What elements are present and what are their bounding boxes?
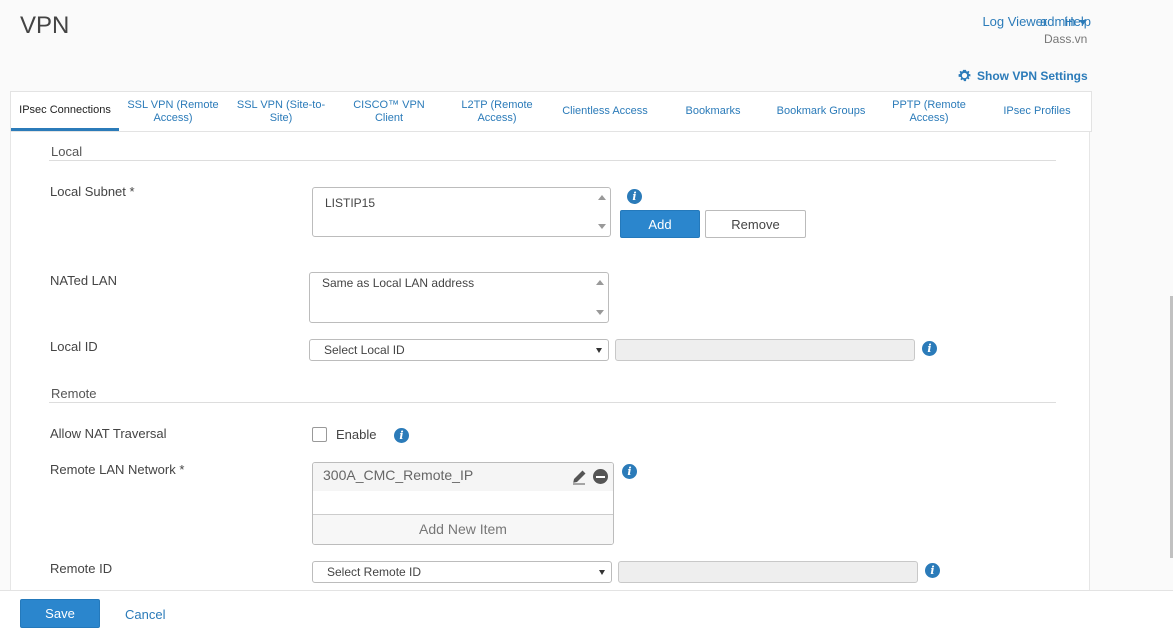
local-id-select[interactable]: Select Local ID bbox=[309, 339, 609, 361]
local-subnet-listbox[interactable]: LISTIP15 bbox=[312, 187, 611, 237]
local-subnet-label: Local Subnet * bbox=[50, 184, 135, 199]
remote-lan-network-list: 300A_CMC_Remote_IP Add New Item bbox=[312, 462, 614, 545]
scroll-up-icon bbox=[596, 280, 604, 285]
remote-section-divider bbox=[49, 402, 1056, 403]
connection-form: Local Local Subnet * LISTIP15 i Add Remo… bbox=[10, 132, 1090, 590]
tab-ipsec-profiles[interactable]: IPsec Profiles bbox=[983, 92, 1091, 131]
remote-section-heading: Remote bbox=[51, 386, 97, 401]
remove-button[interactable]: Remove bbox=[705, 210, 806, 238]
remote-id-input[interactable] bbox=[618, 561, 918, 583]
remote-id-label: Remote ID bbox=[50, 561, 113, 576]
company-name: Dass.vn bbox=[1044, 32, 1088, 46]
tab-l2tp-remote-access[interactable]: L2TP (Remote Access) bbox=[443, 92, 551, 131]
remove-item-icon[interactable] bbox=[593, 469, 608, 484]
tab-bookmark-groups[interactable]: Bookmark Groups bbox=[767, 92, 875, 131]
listbox-scrollbar[interactable] bbox=[596, 190, 608, 234]
tab-ssl-vpn-remote-access[interactable]: SSL VPN (Remote Access) bbox=[119, 92, 227, 131]
dropdown-arrow-icon bbox=[599, 570, 605, 575]
local-subnet-value: LISTIP15 bbox=[325, 196, 376, 210]
nated-lan-value: Same as Local LAN address bbox=[322, 276, 475, 290]
local-id-select-value: Select Local ID bbox=[324, 343, 405, 357]
gear-icon bbox=[958, 69, 971, 82]
scroll-down-icon bbox=[596, 310, 604, 315]
pencil-icon[interactable] bbox=[571, 469, 587, 485]
info-icon[interactable]: i bbox=[922, 341, 937, 356]
page-title: VPN bbox=[20, 12, 70, 39]
tab-pptp-remote-access[interactable]: PPTP (Remote Access) bbox=[875, 92, 983, 131]
nat-traversal-enable-label[interactable]: Enable bbox=[336, 427, 376, 442]
nat-traversal-checkbox[interactable] bbox=[312, 427, 327, 442]
listbox-scrollbar[interactable] bbox=[594, 275, 606, 320]
tab-cisco-vpn-client[interactable]: CISCO™ VPN Client bbox=[335, 92, 443, 131]
tab-bookmarks[interactable]: Bookmarks bbox=[659, 92, 767, 131]
local-section-heading: Local bbox=[51, 144, 83, 159]
user-menu[interactable]: admin bbox=[1040, 14, 1088, 29]
info-icon[interactable]: i bbox=[394, 428, 409, 443]
nated-lan-label: NATed LAN bbox=[50, 273, 117, 288]
info-icon[interactable]: i bbox=[622, 464, 637, 479]
caret-down-icon bbox=[1079, 20, 1088, 26]
local-section-divider bbox=[49, 160, 1056, 161]
allow-nat-traversal-label: Allow NAT Traversal bbox=[50, 426, 167, 441]
local-id-label: Local ID bbox=[50, 339, 98, 354]
tab-ipsec-connections[interactable]: IPsec Connections bbox=[11, 92, 119, 131]
scroll-up-icon bbox=[598, 195, 606, 200]
scroll-down-icon bbox=[598, 224, 606, 229]
show-vpn-settings-label: Show VPN Settings bbox=[977, 68, 1088, 83]
show-vpn-settings-link[interactable]: Show VPN Settings bbox=[957, 68, 1088, 83]
form-footer: Save Cancel bbox=[0, 590, 1173, 630]
local-id-input[interactable] bbox=[615, 339, 915, 361]
tab-clientless-access[interactable]: Clientless Access bbox=[551, 92, 659, 131]
remote-id-select-value: Select Remote ID bbox=[327, 565, 422, 579]
tab-ssl-vpn-site-to-site[interactable]: SSL VPN (Site-to-Site) bbox=[227, 92, 335, 131]
log-viewer-link[interactable]: Log Viewer bbox=[982, 14, 1047, 29]
vpn-page: VPN Log Viewer Help admin Dass.vn Show V… bbox=[0, 0, 1173, 630]
remote-lan-network-label: Remote LAN Network * bbox=[50, 462, 185, 477]
list-item: 300A_CMC_Remote_IP bbox=[313, 463, 613, 491]
remote-id-select[interactable]: Select Remote ID bbox=[312, 561, 612, 583]
tab-bar: IPsec Connections SSL VPN (Remote Access… bbox=[10, 91, 1092, 132]
remote-lan-item-label: 300A_CMC_Remote_IP bbox=[323, 467, 474, 483]
add-new-item-button[interactable]: Add New Item bbox=[313, 514, 613, 544]
nated-lan-listbox[interactable]: Same as Local LAN address bbox=[309, 272, 609, 323]
cancel-link[interactable]: Cancel bbox=[125, 607, 165, 622]
user-name: admin bbox=[1040, 14, 1076, 29]
dropdown-arrow-icon bbox=[596, 348, 602, 353]
add-button[interactable]: Add bbox=[620, 210, 700, 238]
info-icon[interactable]: i bbox=[627, 189, 642, 204]
save-button[interactable]: Save bbox=[20, 599, 100, 628]
info-icon[interactable]: i bbox=[925, 563, 940, 578]
